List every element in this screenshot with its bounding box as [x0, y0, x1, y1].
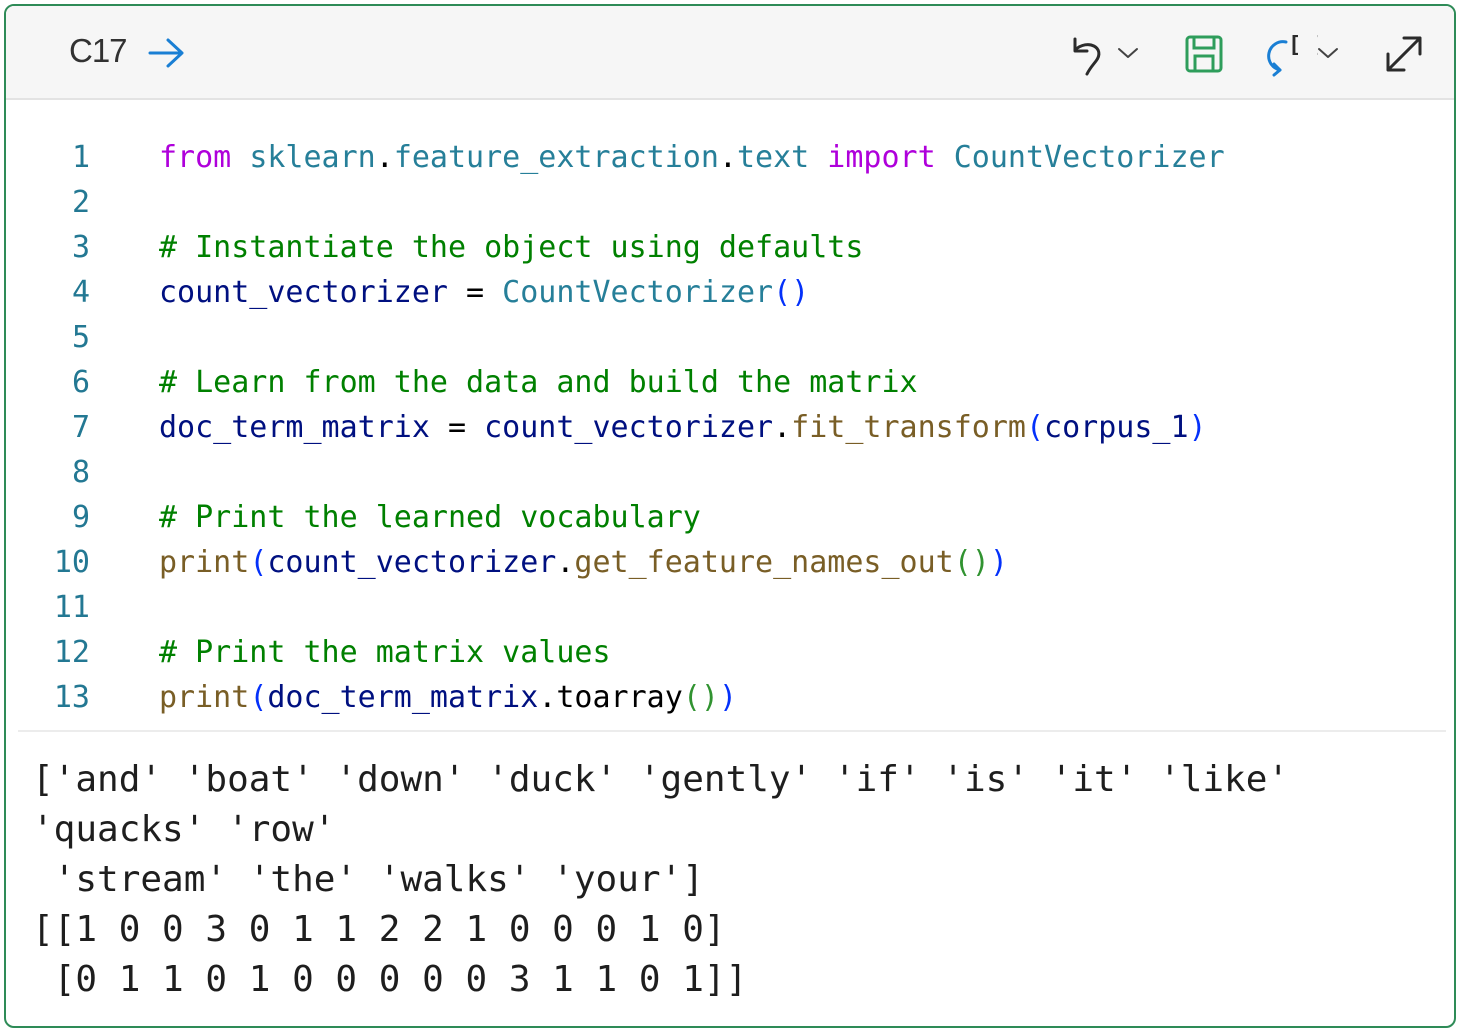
- line-number: 4: [71, 275, 90, 310]
- code-text: print(doc_term_matrix.toarray()): [159, 675, 737, 720]
- output-line: [0 1 1 0 1 0 0 0 0 0 3 1 1 0 1]]: [32, 959, 748, 1000]
- refresh-menu-chevron-down-icon[interactable]: [1316, 46, 1340, 60]
- code-token: # Print the matrix values: [159, 635, 611, 670]
- code-token: (): [953, 545, 990, 580]
- code-token: .: [718, 140, 737, 175]
- code-token: doc_term_matrix: [159, 410, 430, 445]
- code-token: import: [827, 140, 936, 175]
- code-line[interactable]: 2: [6, 180, 1446, 225]
- code-token: .: [538, 680, 557, 715]
- line-number: 10: [53, 545, 90, 580]
- code-token: count_vectorizer: [159, 275, 448, 310]
- expand-icon[interactable]: [1382, 32, 1426, 76]
- code-token: .: [375, 140, 394, 175]
- code-line[interactable]: 12 # Print the matrix values: [6, 630, 1446, 675]
- code-token: .: [556, 545, 575, 580]
- notebook-cell: C17 [ ] 1from sklearn.feature_extrac: [4, 4, 1456, 1028]
- code-token: ): [989, 545, 1008, 580]
- line-number: 13: [53, 680, 90, 715]
- code-text: # Print the learned vocabulary: [159, 495, 701, 540]
- code-token: (: [249, 680, 268, 715]
- code-token: # Print the learned vocabulary: [159, 500, 701, 535]
- arrow-right-icon[interactable]: [146, 36, 188, 70]
- code-token: corpus_1: [1044, 410, 1189, 445]
- line-number: 6: [71, 365, 90, 400]
- code-line[interactable]: 10 print(count_vectorizer.get_feature_nam…: [6, 540, 1446, 585]
- code-token: from: [159, 140, 232, 175]
- code-token: sklearn: [249, 140, 376, 175]
- svg-text:[ ]: [ ]: [1288, 33, 1318, 58]
- code-line[interactable]: 6 # Learn from the data and build the mat…: [6, 360, 1446, 405]
- output-line: 'stream' 'the' 'walks' 'your']: [32, 859, 704, 900]
- code-token: feature_extraction: [393, 140, 719, 175]
- code-line[interactable]: 8: [6, 450, 1446, 495]
- code-token: .: [773, 410, 792, 445]
- undo-icon[interactable]: [1066, 34, 1106, 80]
- code-token: (: [249, 545, 268, 580]
- save-icon[interactable]: [1184, 34, 1224, 74]
- code-text: # Learn from the data and build the matr…: [159, 360, 918, 405]
- output-divider: [18, 730, 1446, 732]
- code-text: # Instantiate the object using defaults: [159, 225, 863, 270]
- code-token: # Instantiate the object using defaults: [159, 230, 864, 265]
- code-text: # Print the matrix values: [159, 630, 611, 675]
- code-token: get_feature_names_out: [574, 545, 954, 580]
- code-line[interactable]: 9 # Print the learned vocabulary: [6, 495, 1446, 540]
- code-token: # Learn from the data and build the matr…: [159, 365, 918, 400]
- code-token: count_vectorizer: [267, 545, 557, 580]
- code-token: text: [736, 140, 810, 175]
- line-number: 3: [71, 230, 90, 265]
- code-text: from sklearn.feature_extraction.text imp…: [159, 135, 1225, 180]
- code-token: =: [447, 275, 503, 310]
- code-text: print(count_vectorizer.get_feature_names…: [159, 540, 1008, 585]
- code-token: ): [718, 680, 737, 715]
- code-token: CountVectorizer: [953, 140, 1225, 175]
- line-number: 9: [71, 500, 90, 535]
- code-token: count_vectorizer: [484, 410, 774, 445]
- line-number: 11: [53, 590, 90, 625]
- line-number: 5: [71, 320, 90, 355]
- code-text: count_vectorizer = CountVectorizer(): [159, 270, 809, 315]
- code-token: print: [159, 680, 250, 715]
- code-text: doc_term_matrix = count_vectorizer.fit_t…: [159, 405, 1207, 450]
- code-token: (): [773, 275, 810, 310]
- code-token: print: [159, 545, 250, 580]
- code-line[interactable]: 4 count_vectorizer = CountVectorizer(): [6, 270, 1446, 315]
- output-line: ['and' 'boat' 'down' 'duck' 'gently' 'if…: [32, 759, 1290, 800]
- undo-menu-chevron-down-icon[interactable]: [1116, 46, 1140, 60]
- line-number: 12: [53, 635, 90, 670]
- line-number: 8: [71, 455, 90, 490]
- code-token: =: [429, 410, 485, 445]
- code-line[interactable]: 5: [6, 315, 1446, 360]
- code-token: CountVectorizer: [502, 275, 774, 310]
- code-token: doc_term_matrix: [267, 680, 539, 715]
- refresh-brackets-icon[interactable]: [ ]: [1264, 32, 1318, 78]
- cell-reference[interactable]: C17: [69, 32, 128, 70]
- code-line[interactable]: 3 # Instantiate the object using defaults: [6, 225, 1446, 270]
- code-line[interactable]: 1 from sklearn.feature_extraction.text im…: [6, 135, 1446, 180]
- code-token: (): [682, 680, 719, 715]
- cell-toolbar: C17 [ ]: [6, 6, 1454, 100]
- line-number: 1: [71, 140, 90, 175]
- cell-output: ['and' 'boat' 'down' 'duck' 'gently' 'if…: [32, 755, 1289, 1005]
- code-line[interactable]: 11: [6, 585, 1446, 630]
- code-token: (: [1025, 410, 1045, 445]
- output-line: 'quacks' 'row': [32, 809, 336, 850]
- code-line[interactable]: 13 print(doc_term_matrix.toarray()): [6, 675, 1446, 720]
- line-number: 7: [71, 410, 90, 445]
- line-number: 2: [71, 185, 90, 220]
- code-token: fit_transform: [791, 410, 1026, 445]
- code-token: toarray: [556, 680, 683, 715]
- code-line[interactable]: 7 doc_term_matrix = count_vectorizer.fit_…: [6, 405, 1446, 450]
- code-token: ): [1188, 410, 1207, 445]
- output-line: [[1 0 0 3 0 1 1 2 2 1 0 0 0 1 0]: [32, 909, 726, 950]
